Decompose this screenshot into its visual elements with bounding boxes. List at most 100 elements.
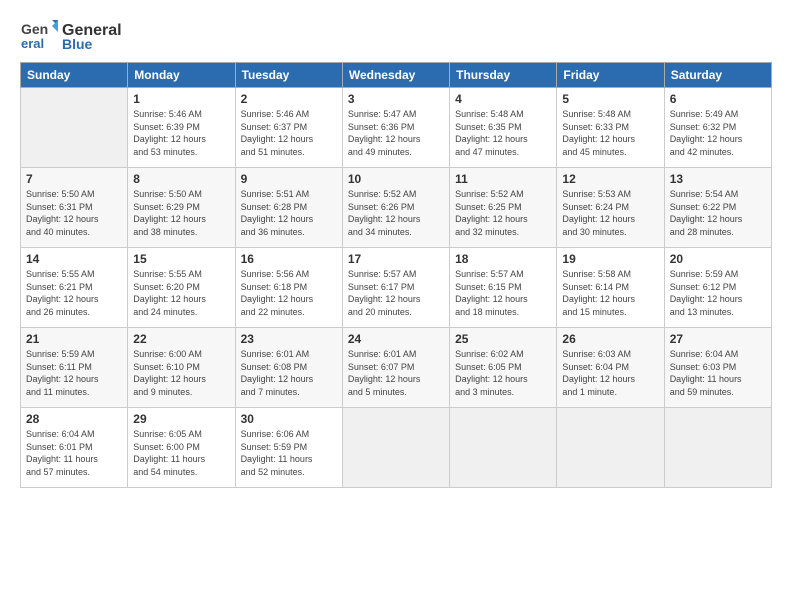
table-row: 20 Sunrise: 5:59 AM Sunset: 6:12 PM Dayli… <box>664 248 771 328</box>
day-number: 13 <box>670 172 766 186</box>
col-header-tuesday: Tuesday <box>235 63 342 88</box>
day-info: Sunrise: 5:55 AM Sunset: 6:21 PM Dayligh… <box>26 268 122 318</box>
day-number: 12 <box>562 172 658 186</box>
day-info: Sunrise: 6:05 AM Sunset: 6:00 PM Dayligh… <box>133 428 229 478</box>
col-header-friday: Friday <box>557 63 664 88</box>
table-row: 6Sunrise: 5:49 AM Sunset: 6:32 PM Daylig… <box>664 88 771 168</box>
table-row: 8 Sunrise: 5:50 AM Sunset: 6:29 PM Daylig… <box>128 168 235 248</box>
day-info: Sunrise: 6:02 AM Sunset: 6:05 PM Dayligh… <box>455 348 551 398</box>
table-row: 25 Sunrise: 6:02 AM Sunset: 6:05 PM Dayli… <box>450 328 557 408</box>
table-row <box>557 408 664 488</box>
day-number: 7 <box>26 172 122 186</box>
col-header-monday: Monday <box>128 63 235 88</box>
col-header-sunday: Sunday <box>21 63 128 88</box>
day-info: Sunrise: 5:50 AM Sunset: 6:31 PM Dayligh… <box>26 188 122 238</box>
table-row <box>664 408 771 488</box>
day-number: 23 <box>241 332 337 346</box>
table-row: 11Sunrise: 5:52 AM Sunset: 6:25 PM Dayli… <box>450 168 557 248</box>
table-row: 17 Sunrise: 5:57 AM Sunset: 6:17 PM Dayli… <box>342 248 449 328</box>
table-row: 5 Sunrise: 5:48 AM Sunset: 6:33 PM Daylig… <box>557 88 664 168</box>
day-info: Sunrise: 5:59 AM Sunset: 6:12 PM Dayligh… <box>670 268 766 318</box>
calendar-table: SundayMondayTuesdayWednesdayThursdayFrid… <box>20 62 772 488</box>
day-number: 5 <box>562 92 658 106</box>
day-info: Sunrise: 5:47 AM Sunset: 6:36 PM Dayligh… <box>348 108 444 158</box>
col-header-saturday: Saturday <box>664 63 771 88</box>
day-number: 17 <box>348 252 444 266</box>
table-row: 24 Sunrise: 6:01 AM Sunset: 6:07 PM Dayli… <box>342 328 449 408</box>
day-number: 29 <box>133 412 229 426</box>
day-info: Sunrise: 5:59 AM Sunset: 6:11 PM Dayligh… <box>26 348 122 398</box>
day-info: Sunrise: 5:46 AM Sunset: 6:37 PM Dayligh… <box>241 108 337 158</box>
table-row: 26 Sunrise: 6:03 AM Sunset: 6:04 PM Dayli… <box>557 328 664 408</box>
day-info: Sunrise: 5:48 AM Sunset: 6:35 PM Dayligh… <box>455 108 551 158</box>
day-number: 1 <box>133 92 229 106</box>
col-header-thursday: Thursday <box>450 63 557 88</box>
logo: Gen eral General Blue <box>20 18 122 56</box>
svg-text:eral: eral <box>21 36 44 51</box>
day-number: 16 <box>241 252 337 266</box>
table-row <box>450 408 557 488</box>
svg-text:Gen: Gen <box>21 21 48 37</box>
day-info: Sunrise: 6:04 AM Sunset: 6:03 PM Dayligh… <box>670 348 766 398</box>
day-number: 11 <box>455 172 551 186</box>
logo-blue-text: Blue <box>62 37 122 52</box>
day-number: 20 <box>670 252 766 266</box>
day-info: Sunrise: 5:58 AM Sunset: 6:14 PM Dayligh… <box>562 268 658 318</box>
day-number: 14 <box>26 252 122 266</box>
day-info: Sunrise: 6:06 AM Sunset: 5:59 PM Dayligh… <box>241 428 337 478</box>
day-info: Sunrise: 6:03 AM Sunset: 6:04 PM Dayligh… <box>562 348 658 398</box>
table-row: 28Sunrise: 6:04 AM Sunset: 6:01 PM Dayli… <box>21 408 128 488</box>
table-row <box>342 408 449 488</box>
day-number: 30 <box>241 412 337 426</box>
day-info: Sunrise: 6:04 AM Sunset: 6:01 PM Dayligh… <box>26 428 122 478</box>
day-info: Sunrise: 6:01 AM Sunset: 6:08 PM Dayligh… <box>241 348 337 398</box>
day-number: 4 <box>455 92 551 106</box>
day-info: Sunrise: 5:55 AM Sunset: 6:20 PM Dayligh… <box>133 268 229 318</box>
table-row: 12 Sunrise: 5:53 AM Sunset: 6:24 PM Dayli… <box>557 168 664 248</box>
day-info: Sunrise: 5:57 AM Sunset: 6:15 PM Dayligh… <box>455 268 551 318</box>
day-number: 27 <box>670 332 766 346</box>
day-info: Sunrise: 5:51 AM Sunset: 6:28 PM Dayligh… <box>241 188 337 238</box>
table-row: 3 Sunrise: 5:47 AM Sunset: 6:36 PM Daylig… <box>342 88 449 168</box>
table-row: 4 Sunrise: 5:48 AM Sunset: 6:35 PM Daylig… <box>450 88 557 168</box>
table-row: 7 Sunrise: 5:50 AM Sunset: 6:31 PM Daylig… <box>21 168 128 248</box>
day-number: 21 <box>26 332 122 346</box>
table-row: 30 Sunrise: 6:06 AM Sunset: 5:59 PM Dayli… <box>235 408 342 488</box>
table-row: 2 Sunrise: 5:46 AM Sunset: 6:37 PM Daylig… <box>235 88 342 168</box>
day-number: 22 <box>133 332 229 346</box>
table-row: 29 Sunrise: 6:05 AM Sunset: 6:00 PM Dayli… <box>128 408 235 488</box>
day-info: Sunrise: 5:52 AM Sunset: 6:26 PM Dayligh… <box>348 188 444 238</box>
day-number: 19 <box>562 252 658 266</box>
table-row: 19 Sunrise: 5:58 AM Sunset: 6:14 PM Dayli… <box>557 248 664 328</box>
day-info: Sunrise: 6:00 AM Sunset: 6:10 PM Dayligh… <box>133 348 229 398</box>
table-row: 21 Sunrise: 5:59 AM Sunset: 6:11 PM Dayli… <box>21 328 128 408</box>
day-number: 24 <box>348 332 444 346</box>
day-number: 15 <box>133 252 229 266</box>
table-row: 27 Sunrise: 6:04 AM Sunset: 6:03 PM Dayli… <box>664 328 771 408</box>
col-header-wednesday: Wednesday <box>342 63 449 88</box>
table-row: 22 Sunrise: 6:00 AM Sunset: 6:10 PM Dayli… <box>128 328 235 408</box>
day-info: Sunrise: 5:48 AM Sunset: 6:33 PM Dayligh… <box>562 108 658 158</box>
table-row: 14 Sunrise: 5:55 AM Sunset: 6:21 PM Dayli… <box>21 248 128 328</box>
day-info: Sunrise: 5:57 AM Sunset: 6:17 PM Dayligh… <box>348 268 444 318</box>
table-row: 23 Sunrise: 6:01 AM Sunset: 6:08 PM Dayli… <box>235 328 342 408</box>
day-number: 18 <box>455 252 551 266</box>
table-row: 15 Sunrise: 5:55 AM Sunset: 6:20 PM Dayli… <box>128 248 235 328</box>
day-info: Sunrise: 6:01 AM Sunset: 6:07 PM Dayligh… <box>348 348 444 398</box>
day-number: 3 <box>348 92 444 106</box>
day-number: 9 <box>241 172 337 186</box>
table-row: 10Sunrise: 5:52 AM Sunset: 6:26 PM Dayli… <box>342 168 449 248</box>
day-info: Sunrise: 5:56 AM Sunset: 6:18 PM Dayligh… <box>241 268 337 318</box>
day-info: Sunrise: 5:53 AM Sunset: 6:24 PM Dayligh… <box>562 188 658 238</box>
day-number: 26 <box>562 332 658 346</box>
day-number: 6 <box>670 92 766 106</box>
day-number: 2 <box>241 92 337 106</box>
table-row <box>21 88 128 168</box>
table-row: 9 Sunrise: 5:51 AM Sunset: 6:28 PM Daylig… <box>235 168 342 248</box>
day-number: 25 <box>455 332 551 346</box>
day-number: 8 <box>133 172 229 186</box>
logo-svg: Gen eral <box>20 18 58 56</box>
table-row: 18 Sunrise: 5:57 AM Sunset: 6:15 PM Dayli… <box>450 248 557 328</box>
day-info: Sunrise: 5:50 AM Sunset: 6:29 PM Dayligh… <box>133 188 229 238</box>
day-info: Sunrise: 5:54 AM Sunset: 6:22 PM Dayligh… <box>670 188 766 238</box>
